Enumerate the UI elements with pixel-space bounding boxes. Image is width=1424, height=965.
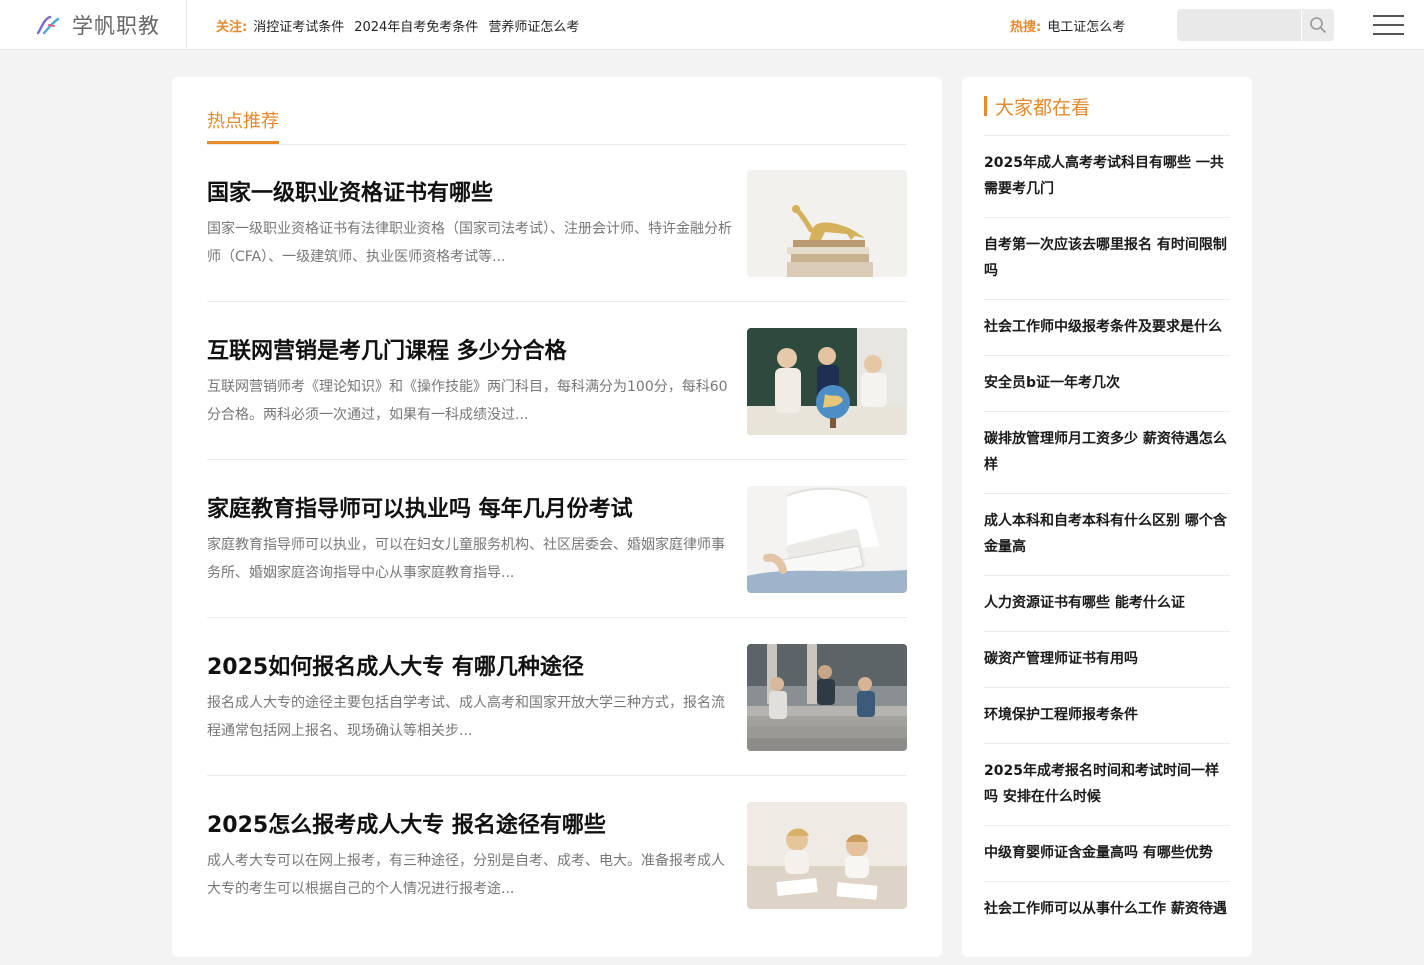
tab-hot-recommend[interactable]: 热点推荐: [207, 107, 279, 133]
hot-label: 热搜:: [1010, 19, 1042, 35]
top-bar: 学帆职教 关注: 消控证考试条件 2024年自考免考条件 营养师证怎么考 热搜:…: [0, 0, 1424, 50]
popular-list-item[interactable]: 中级育婴师证含金量高吗 有哪些优势: [984, 825, 1230, 881]
students-stairs-image: [747, 644, 907, 751]
article-summary: 互联网营销师考《理论知识》和《操作技能》两门科目，每科满分为100分，每科60分…: [207, 379, 728, 423]
popular-list-item[interactable]: 2025年成考报名时间和考试时间一样吗 安排在什么时候: [984, 743, 1230, 825]
article-item[interactable]: 互联网营销是考几门课程 多少分合格 互联网营销师考《理论知识》和《操作技能》两门…: [207, 328, 907, 491]
popular-list-item[interactable]: 环境保护工程师报考条件: [984, 687, 1230, 743]
article-thumbnail[interactable]: [747, 328, 907, 435]
article-title[interactable]: 家庭教育指导师可以执业吗 每年几月份考试: [207, 491, 737, 523]
article-item[interactable]: 2025如何报名成人大专 有哪几种途径 报名成人大专的途径主要包括自学考试、成人…: [207, 644, 907, 807]
logo-divider: [186, 0, 187, 50]
follow-link-2[interactable]: 2024年自考免考条件: [354, 16, 478, 35]
follow-link-3[interactable]: 营养师证怎么考: [488, 16, 579, 35]
article-divider: [207, 617, 907, 618]
follow-label: 关注:: [216, 19, 248, 35]
popular-list: 2025年成人高考考试科目有哪些 一共需要考几门 自考第一次应该去哪里报名 有时…: [984, 135, 1230, 937]
article-divider: [207, 459, 907, 460]
sidebar: 大家都在看 2025年成人高考考试科目有哪些 一共需要考几门 自考第一次应该去哪…: [962, 77, 1252, 957]
article-thumbnail[interactable]: [747, 486, 907, 593]
logo-text: 学帆职教: [72, 14, 160, 38]
search-input[interactable]: [1177, 9, 1301, 41]
hot-search-link[interactable]: 电工证怎么考: [1047, 16, 1125, 35]
dinosaur-books-image: [747, 170, 907, 277]
article-divider: [207, 775, 907, 776]
search-icon: [1310, 17, 1326, 33]
popular-list-item[interactable]: 成人本科和自考本科有什么区别 哪个含金量高: [984, 493, 1230, 575]
article-thumbnail[interactable]: [747, 644, 907, 751]
sidebar-title: 大家都在看: [995, 97, 1091, 119]
article-summary: 成人考大专可以在网上报考，有三种途径，分别是自考、成考、电大。准备报考成人大专的…: [207, 853, 725, 897]
reading-woman-image: [747, 486, 907, 593]
article-summary: 报名成人大专的途径主要包括自学考试、成人高考和国家开放大学三种方式，报名流程通常…: [207, 695, 725, 739]
article-summary: 国家一级职业资格证书有法律职业资格（国家司法考试）、注册会计师、特许金融分析师（…: [207, 221, 732, 265]
popular-list-item[interactable]: 社会工作师中级报考条件及要求是什么: [984, 299, 1230, 355]
article-thumbnail[interactable]: [747, 802, 907, 909]
popular-list-item[interactable]: 社会工作师可以从事什么工作 薪资待遇: [984, 881, 1230, 937]
logo-icon: [36, 15, 60, 35]
article-item[interactable]: 国家一级职业资格证书有哪些 国家一级职业资格证书有法律职业资格（国家司法考试）、…: [207, 170, 907, 333]
search-box: [1177, 9, 1334, 41]
follow-links: 关注: 消控证考试条件 2024年自考免考条件 营养师证怎么考: [216, 0, 589, 50]
article-title[interactable]: 2025怎么报考成人大专 报名途径有哪些: [207, 807, 737, 839]
sidebar-title-accent: [984, 96, 987, 116]
article-item[interactable]: 2025怎么报考成人大专 报名途径有哪些 成人考大专可以在网上报考，有三种途径，…: [207, 802, 907, 965]
search-button[interactable]: [1301, 9, 1334, 41]
popular-list-item[interactable]: 自考第一次应该去哪里报名 有时间限制吗: [984, 217, 1230, 299]
article-title[interactable]: 2025如何报名成人大专 有哪几种途径: [207, 649, 737, 681]
follow-link-1[interactable]: 消控证考试条件: [253, 16, 344, 35]
site-logo[interactable]: 学帆职教: [34, 10, 160, 40]
section-divider: [207, 144, 907, 145]
kids-drawing-image: [747, 802, 907, 909]
main-content: 热点推荐 国家一级职业资格证书有哪些 国家一级职业资格证书有法律职业资格（国家司…: [172, 77, 942, 957]
article-title[interactable]: 互联网营销是考几门课程 多少分合格: [207, 333, 737, 365]
popular-list-item[interactable]: 碳资产管理师证书有用吗: [984, 631, 1230, 687]
popular-list-item[interactable]: 安全员b证一年考几次: [984, 355, 1230, 411]
article-item[interactable]: 家庭教育指导师可以执业吗 每年几月份考试 家庭教育指导师可以执业，可以在妇女儿童…: [207, 486, 907, 649]
classroom-globe-image: [747, 328, 907, 435]
menu-icon[interactable]: [1373, 15, 1404, 35]
popular-list-item[interactable]: 碳排放管理师月工资多少 薪资待遇怎么样: [984, 411, 1230, 493]
popular-list-item[interactable]: 2025年成人高考考试科目有哪些 一共需要考几门: [984, 135, 1230, 217]
popular-list-item[interactable]: 人力资源证书有哪些 能考什么证: [984, 575, 1230, 631]
hot-search: 热搜: 电工证怎么考: [1010, 0, 1125, 50]
article-summary: 家庭教育指导师可以执业，可以在妇女儿童服务机构、社区居委会、婚姻家庭律师事务所、…: [207, 537, 725, 581]
article-title[interactable]: 国家一级职业资格证书有哪些: [207, 175, 737, 207]
article-thumbnail[interactable]: [747, 170, 907, 277]
article-divider: [207, 301, 907, 302]
